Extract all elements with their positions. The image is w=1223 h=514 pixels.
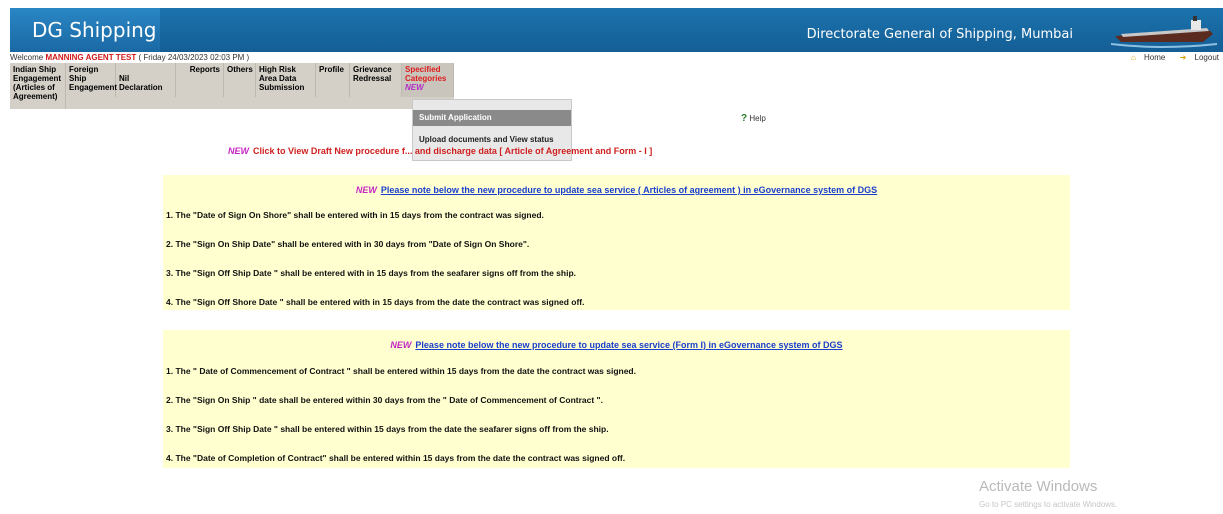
panel1-rule-4: 4. The "Sign Off Shore Date " shall be e… xyxy=(166,297,585,307)
panel1-heading-text: Please note below the new procedure to u… xyxy=(380,185,878,195)
panel1-rule-1: 1. The "Date of Sign On Shore" shall be … xyxy=(166,210,544,220)
home-icon: ⌂ xyxy=(1130,53,1136,62)
help-label: Help xyxy=(749,114,766,123)
welcome-bar: Welcome MANNING AGENT TEST ( Friday 24/0… xyxy=(10,53,1223,63)
panel2-rule-4: 4. The "Date of Completion of Contract" … xyxy=(166,453,626,463)
draft-notice-text: Click to View Draft New procedure f... a… xyxy=(253,146,653,156)
main-menu: Indian Ship Engagement (Articles of Agre… xyxy=(10,63,454,109)
articles-agreement-heading[interactable]: NEW Please note below the new procedure t… xyxy=(163,185,1070,195)
menu-high-risk-area[interactable]: High Risk Area Data Submission xyxy=(256,63,316,97)
logout-link[interactable]: ➜ Logout xyxy=(1174,53,1219,62)
top-links: ⌂ Home ➜ Logout xyxy=(1119,53,1219,63)
dropdown-submit-application[interactable]: Submit Application xyxy=(413,110,571,126)
new-badge: NEW xyxy=(228,146,249,156)
logout-label: Logout xyxy=(1194,53,1219,62)
menu-nil-declaration[interactable]: Nil Declaration xyxy=(116,63,176,97)
menu-grievance-redressal[interactable]: Grievance Redressal xyxy=(350,63,402,97)
panel2-rule-2: 2. The "Sign On Ship " date shall be ent… xyxy=(166,395,603,405)
help-icon: ? xyxy=(741,113,748,124)
panel2-heading-text: Please note below the new procedure to u… xyxy=(415,340,843,350)
login-datetime: ( Friday 24/03/2023 02:03 PM ) xyxy=(138,53,250,62)
specified-categories-label: Specified Categories xyxy=(405,65,447,83)
ship-logo-icon xyxy=(1111,16,1217,48)
watermark-subtitle: Go to PC settings to activate Windows. xyxy=(979,500,1118,509)
form-i-panel: NEW Please note below the new procedure t… xyxy=(163,330,1070,468)
articles-agreement-panel: NEW Please note below the new procedure t… xyxy=(163,175,1070,310)
menu-profile[interactable]: Profile xyxy=(316,63,350,97)
menu-foreign-ship-engagement[interactable]: Foreign Ship Engagement xyxy=(66,63,117,97)
welcome-prefix: Welcome xyxy=(10,53,44,62)
new-badge: NEW xyxy=(405,83,424,92)
form-i-heading[interactable]: NEW Please note below the new procedure t… xyxy=(163,340,1070,350)
menu-others[interactable]: Others xyxy=(224,63,256,97)
org-title: Directorate General of Shipping, Mumbai xyxy=(806,27,1073,42)
panel2-rule-1: 1. The " Date of Commencement of Contrac… xyxy=(166,366,636,376)
menu-specified-categories[interactable]: Specified Categories NEW xyxy=(402,63,454,97)
panel2-rule-3: 3. The "Sign Off Ship Date " shall be en… xyxy=(166,424,609,434)
panel1-rule-3: 3. The "Sign Off Ship Date " shall be en… xyxy=(166,268,577,278)
panel1-rule-2: 2. The "Sign On Ship Date" shall be ente… xyxy=(166,239,530,249)
home-label: Home xyxy=(1144,53,1166,62)
header-banner: DG Shipping Directorate General of Shipp… xyxy=(10,8,1223,52)
watermark-title: Activate Windows xyxy=(979,478,1098,495)
new-badge: NEW xyxy=(390,340,412,350)
help-link[interactable]: ? Help xyxy=(741,113,766,124)
draft-procedure-link[interactable]: NEW Click to View Draft New procedure f..… xyxy=(228,146,652,156)
menu-indian-ship-engagement[interactable]: Indian Ship Engagement (Articles of Agre… xyxy=(10,63,66,109)
home-link[interactable]: ⌂ Home xyxy=(1125,53,1165,62)
menu-reports[interactable]: Reports xyxy=(176,63,224,97)
logout-icon: ➜ xyxy=(1179,53,1187,62)
agent-name: MANNING AGENT TEST xyxy=(45,53,137,62)
activate-windows-watermark: Activate Windows Go to PC settings to ac… xyxy=(979,478,1117,514)
new-badge: NEW xyxy=(355,185,377,195)
app-title: DG Shipping xyxy=(32,18,157,42)
